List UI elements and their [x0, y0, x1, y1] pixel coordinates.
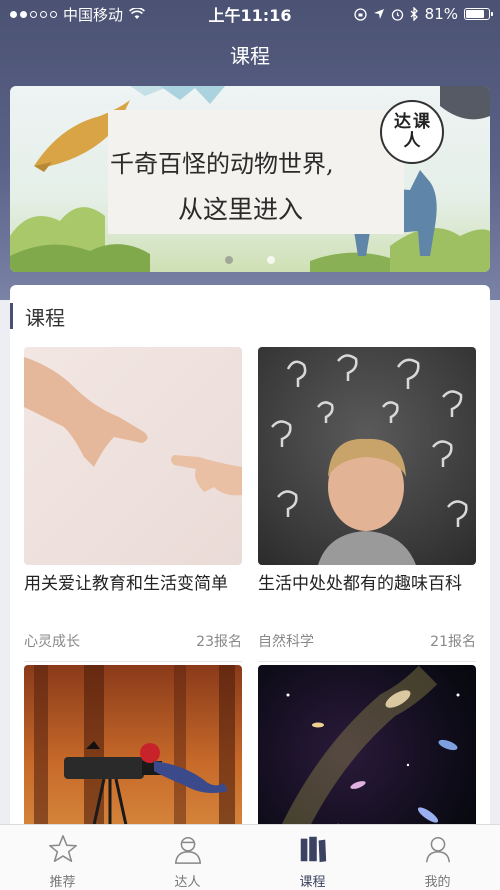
course-image-galaxy-space[interactable]: [258, 665, 476, 830]
battery-percent: 81%: [424, 5, 458, 23]
tab-label: 达人: [174, 875, 201, 890]
course-section: 课程 用关爱让教育和生活变简单 心灵成长 23报名 生活中处处都有的趣味百科 自…: [10, 285, 490, 830]
status-time: 上午11:16: [208, 6, 292, 25]
course-image-touching-hands[interactable]: [24, 347, 242, 565]
alarm-icon: [391, 8, 403, 21]
course-card[interactable]: [258, 665, 476, 830]
profile-icon: [425, 836, 450, 863]
books-icon: [300, 836, 326, 863]
section-title: 课程: [25, 305, 65, 330]
course-card[interactable]: 用关爱让教育和生活变简单 心灵成长 23报名: [24, 347, 242, 662]
course-card[interactable]: [24, 665, 242, 830]
banner-subheadline: 从这里进入: [178, 195, 304, 224]
location-icon: [373, 9, 384, 19]
tab-label: 推荐: [49, 875, 76, 890]
tab-label: 我的: [424, 875, 451, 890]
tab-recommend[interactable]: 推荐: [0, 825, 125, 890]
divider: [24, 661, 242, 662]
course-enrolled-count: 21报名: [430, 634, 476, 650]
status-bar: 中国移动 上午11:16 81%: [0, 0, 500, 28]
course-card[interactable]: 生活中处处都有的趣味百科 自然科学 21报名: [258, 347, 476, 662]
battery-icon: [464, 8, 493, 20]
star-icon: [48, 835, 77, 862]
tab-experts[interactable]: 达人: [125, 825, 250, 890]
carousel-dot-2[interactable]: [267, 256, 275, 264]
tab-bar: 推荐 达人 课程 我的: [0, 824, 500, 890]
section-accent-bar: [10, 303, 13, 329]
wifi-icon: [129, 8, 145, 19]
section-header: 课程: [10, 303, 65, 330]
course-category: 心灵成长: [24, 634, 80, 650]
daren-course-stamp: 达课 人: [380, 100, 444, 164]
divider: [258, 661, 476, 662]
carousel-indicator[interactable]: [10, 256, 490, 264]
signal-icon: [10, 10, 57, 18]
course-category: 自然科学: [258, 634, 314, 650]
tab-label: 课程: [299, 875, 326, 890]
carousel-dot-1[interactable]: [225, 256, 233, 264]
course-image-boy-question-marks[interactable]: [258, 347, 476, 565]
course-image-telescope-forest[interactable]: [24, 665, 242, 830]
bluetooth-icon: [410, 7, 418, 21]
page-title: 课程: [230, 44, 270, 68]
banner-carousel[interactable]: 千奇百怪的动物世界, 从这里进入 达课 人: [10, 86, 490, 272]
carrier-label: 中国移动: [63, 5, 124, 24]
person-icon: [174, 836, 201, 864]
tab-courses[interactable]: 课程: [250, 825, 375, 890]
course-title[interactable]: 生活中处处都有的趣味百科: [258, 573, 476, 619]
tab-mine[interactable]: 我的: [375, 825, 500, 890]
course-enrolled-count: 23报名: [196, 634, 242, 650]
course-title[interactable]: 用关爱让教育和生活变简单: [24, 573, 242, 619]
lock-rotation-icon: [354, 7, 367, 21]
banner-headline: 千奇百怪的动物世界,: [110, 150, 334, 178]
